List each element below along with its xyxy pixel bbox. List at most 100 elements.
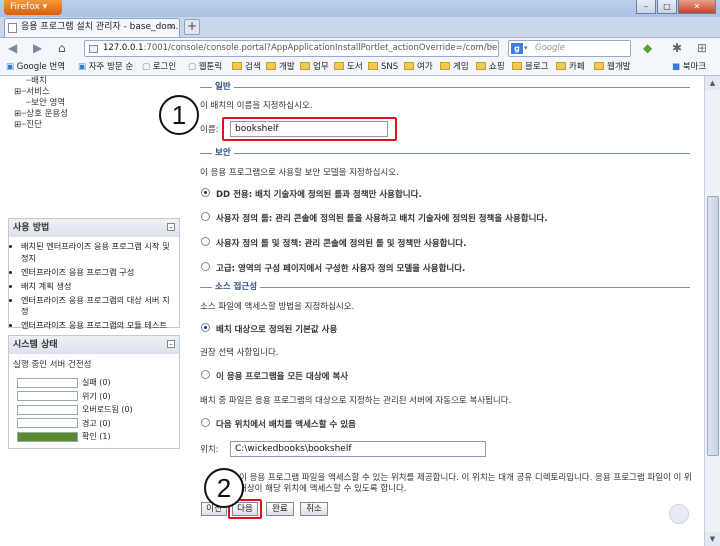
bookmark-folder-work[interactable]: 업무 bbox=[300, 61, 329, 74]
health-label: 확인 (1) bbox=[82, 432, 111, 442]
tree-item-deployments[interactable]: ┄배치 bbox=[8, 76, 180, 87]
chevron-down-icon[interactable]: ▾ bbox=[524, 41, 528, 56]
bookmark-login[interactable]: ▢ 로그인 bbox=[142, 61, 176, 74]
cancel-button[interactable]: 취소 bbox=[300, 502, 328, 516]
tree-item-diagnostics[interactable]: ⊞┄진단 bbox=[8, 120, 180, 131]
menu-icon[interactable]: ⊞ bbox=[697, 41, 707, 55]
tree-item-security-realms[interactable]: ┄보안 영역 bbox=[8, 98, 180, 109]
folder-icon bbox=[476, 62, 486, 70]
security-description: 이 응용 프로그램으로 사용할 보안 모델을 지정하십시오. bbox=[200, 168, 399, 178]
new-tab-button[interactable]: + bbox=[184, 19, 200, 35]
folder-icon bbox=[404, 62, 414, 70]
firefox-menu-button[interactable]: Firefox ▾ bbox=[4, 0, 62, 15]
health-label: 경고 (0) bbox=[82, 418, 111, 428]
step-2-marker: 2 bbox=[204, 468, 244, 508]
search-placeholder: Google bbox=[535, 43, 565, 53]
source-radio-default[interactable] bbox=[201, 323, 210, 332]
vertical-scrollbar[interactable]: ▲ ▼ bbox=[704, 76, 720, 546]
bookmark-folder-shopping[interactable]: 쇼핑 bbox=[476, 61, 505, 74]
scroll-up-arrow[interactable]: ▲ bbox=[705, 76, 720, 90]
url-path: :7001/console/console.portal?AppApplicat… bbox=[143, 43, 499, 53]
bookmark-folder-dev[interactable]: 개발 bbox=[266, 61, 295, 74]
bookmark-webtoon[interactable]: ▢ 웹툰릭 bbox=[188, 61, 222, 74]
how-to-list: 배치된 엔터프라이즈 응용 프로그램 시작 및 정지 엔터프라이즈 응용 프로그… bbox=[9, 237, 179, 332]
star-icon[interactable]: ☆ bbox=[471, 41, 479, 56]
minimize-button[interactable]: – bbox=[636, 0, 656, 14]
step-1-marker: 1 bbox=[159, 95, 199, 135]
how-to-link[interactable]: 엔터프라이즈 응용 프로그램의 대상 서버 지정 bbox=[21, 295, 175, 318]
security-option-label: 사용자 정의 롤: 관리 콘솔에 정의된 롤을 사용하고 배치 기술자에 정의된… bbox=[216, 214, 548, 224]
health-row: 확인 (1) bbox=[17, 430, 179, 444]
close-window-button[interactable]: ✕ bbox=[678, 0, 716, 14]
scrollbar-thumb[interactable] bbox=[707, 196, 719, 456]
how-to-link[interactable]: 배치된 엔터프라이즈 응용 프로그램 시작 및 정지 bbox=[21, 241, 175, 264]
source-option-label: 배치 대상으로 정의된 기본값 사용 bbox=[216, 325, 338, 335]
folder-icon bbox=[266, 62, 276, 70]
reload-icon[interactable]: ↻ bbox=[486, 41, 493, 56]
back-arrow-icon[interactable]: ◀ bbox=[8, 41, 17, 55]
source-option-label: 이 응용 프로그램을 모든 대상에 복사 bbox=[216, 372, 349, 382]
location-input[interactable]: C:\wickedbooks\bookshelf bbox=[230, 441, 486, 457]
folder-icon bbox=[232, 62, 242, 70]
how-to-link[interactable]: 엔터프라이즈 응용 프로그램 구성 bbox=[21, 267, 175, 279]
security-option-label: DD 전용: 배치 기술자에 정의된 롤과 정책만 사용합니다. bbox=[216, 190, 422, 200]
health-label: 위기 (0) bbox=[82, 391, 111, 401]
folder-icon bbox=[594, 62, 604, 70]
copy-description: 배치 중 파일은 응용 프로그램의 대상으로 지정하는 관리된 서버에 자동으로… bbox=[200, 396, 512, 406]
tree-item-services[interactable]: ⊞┄서비스 bbox=[8, 87, 180, 98]
highlight-name-field bbox=[222, 117, 397, 141]
browser-tab[interactable]: 응용 프로그램 설치 관리자 - base_dom... × bbox=[4, 18, 180, 37]
address-bar[interactable]: 127.0.0.1:7001/console/console.portal?Ap… bbox=[84, 40, 499, 57]
bookmarks-menu[interactable]: ■ 북마크 bbox=[672, 61, 706, 74]
bookmark-google-translate[interactable]: ▣ Google 번역 bbox=[6, 61, 65, 74]
scroll-top-icon[interactable] bbox=[669, 504, 689, 524]
source-radio-copy[interactable] bbox=[201, 370, 210, 379]
maximize-button[interactable]: □ bbox=[657, 0, 677, 14]
bookmark-folder-books[interactable]: 도서 bbox=[334, 61, 363, 74]
location-label: 위치: bbox=[200, 445, 219, 455]
recommended-note: 권장 선택 사항입니다. bbox=[200, 348, 279, 358]
scroll-down-arrow[interactable]: ▼ bbox=[705, 532, 720, 546]
forward-arrow-icon[interactable]: ▶ bbox=[33, 41, 42, 55]
bookmark-folder-games[interactable]: 게임 bbox=[440, 61, 469, 74]
security-radio-dd-only[interactable] bbox=[201, 188, 210, 197]
addon-icon[interactable]: ◆ bbox=[643, 41, 652, 55]
panel-title: 시스템 상태 – bbox=[9, 336, 179, 354]
bookmark-folder-blog[interactable]: 블로그 bbox=[512, 61, 548, 74]
source-description: 소스 파일에 액세스할 방법을 지정하십시오. bbox=[200, 302, 355, 312]
bookmark-folder-webdev[interactable]: 웹개발 bbox=[594, 61, 630, 74]
health-label: 실패 (0) bbox=[82, 378, 111, 388]
tree-item-interoperability[interactable]: ⊞┄상호 운용성 bbox=[8, 109, 180, 120]
navigation-toolbar: ◀ ▶ ⌂ 127.0.0.1:7001/console/console.por… bbox=[0, 37, 720, 59]
security-radio-custom-roles-policies[interactable] bbox=[201, 237, 210, 246]
how-to-link[interactable]: 배치 계획 생성 bbox=[21, 281, 175, 293]
collapse-icon[interactable]: – bbox=[167, 340, 175, 348]
tab-close-icon[interactable]: × bbox=[167, 19, 175, 36]
source-radio-location[interactable] bbox=[201, 418, 210, 427]
collapse-icon[interactable]: – bbox=[167, 223, 175, 231]
section-source-accessibility: 소스 접근성 bbox=[200, 282, 690, 292]
home-icon[interactable]: ⌂ bbox=[58, 41, 66, 55]
folder-icon bbox=[512, 62, 522, 70]
bookmark-folder-sns[interactable]: SNS bbox=[368, 61, 398, 74]
health-bar bbox=[17, 377, 78, 388]
how-to-link[interactable]: 엔터프라이즈 응용 프로그램의 모듈 테스트 bbox=[21, 320, 175, 332]
gear-icon[interactable]: ✱ bbox=[672, 41, 682, 55]
health-legend: 실패 (0) 위기 (0) 오버로드됨 (0) 경고 (0) 확인 (1) bbox=[9, 376, 179, 444]
security-option-label: 사용자 정의 롤 및 정책: 관리 콘솔에 정의된 롤 및 정책만 사용합니다. bbox=[216, 239, 467, 249]
bookmark-most-visited[interactable]: ▣ 자주 방문 순 bbox=[78, 61, 133, 74]
finish-button[interactable]: 완료 bbox=[266, 502, 294, 516]
folder-icon bbox=[440, 62, 450, 70]
health-label: 오버로드됨 (0) bbox=[82, 405, 133, 415]
bookmark-folder-search[interactable]: 검색 bbox=[232, 61, 261, 74]
health-bar bbox=[17, 418, 78, 429]
system-status-panel: 시스템 상태 – 실행 중인 서버 건전성 실패 (0) 위기 (0) 오버로드됨… bbox=[8, 335, 180, 449]
install-form: 일반 이 배치의 이름을 지정하십시오. 이름: bookshelf 보안 이 … bbox=[194, 76, 692, 546]
bookmark-folder-cafe[interactable]: 카페 bbox=[556, 61, 585, 74]
domain-structure-tree: ┄배치 ⊞┄서비스 ┄보안 영역 ⊞┄상호 운용성 ⊞┄진단 bbox=[8, 76, 180, 141]
security-radio-custom-roles[interactable] bbox=[201, 212, 210, 221]
tab-title: 응용 프로그램 설치 관리자 - base_dom... bbox=[21, 22, 180, 32]
bookmark-folder-leisure[interactable]: 여가 bbox=[404, 61, 433, 74]
search-box[interactable]: g ▾ Google bbox=[508, 40, 631, 57]
security-radio-advanced[interactable] bbox=[201, 262, 210, 271]
